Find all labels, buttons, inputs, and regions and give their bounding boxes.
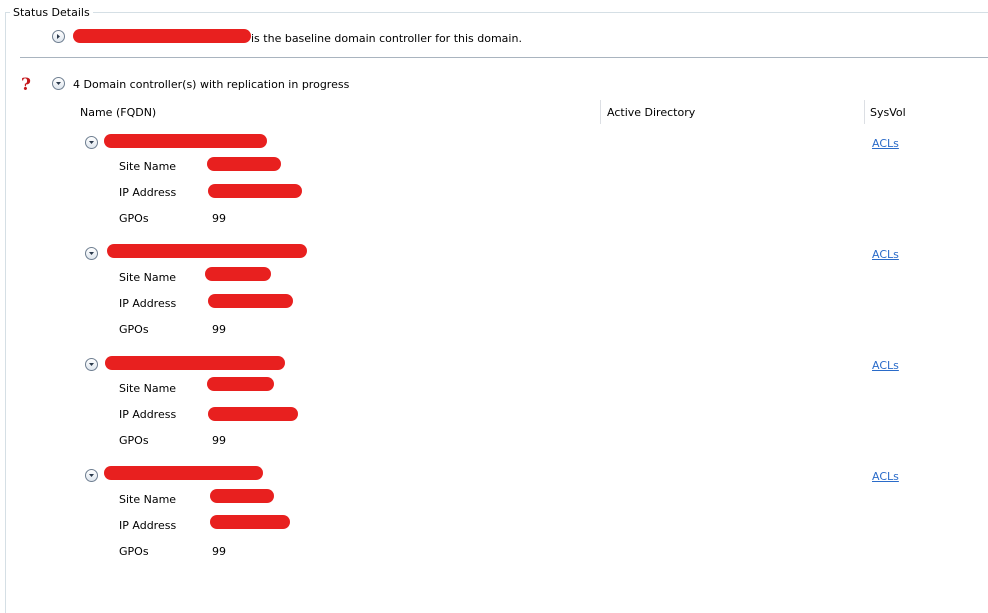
gpos-label: GPOs [119,323,149,336]
replication-group-header: 4 Domain controller(s) with replication … [73,78,350,91]
redacted-site-name [207,377,274,391]
collapse-down-icon[interactable] [85,136,98,149]
gpos-value: 99 [212,212,226,225]
redacted-dc-name [104,134,267,148]
collapse-down-icon[interactable] [85,358,98,371]
redacted-site-name [205,267,271,281]
expand-right-icon[interactable] [52,30,65,43]
ip-address-label: IP Address [119,519,177,532]
question-mark-icon: ? [21,75,31,95]
collapse-down-icon[interactable] [85,469,98,482]
column-divider[interactable] [864,100,865,124]
ip-address-label: IP Address [119,297,177,310]
gpos-value: 99 [212,545,226,558]
site-name-label: Site Name [119,493,177,506]
gpos-label: GPOs [119,545,149,558]
gpos-label: GPOs [119,434,149,447]
ip-address-label: IP Address [119,408,177,421]
column-header-active-directory[interactable]: Active Directory [607,106,695,119]
column-header-name[interactable]: Name (FQDN) [80,106,156,119]
ip-address-label: IP Address [119,186,177,199]
site-name-label: Site Name [119,271,177,284]
acls-link[interactable]: ACLs [872,359,899,372]
status-details-title: Status Details [10,6,93,19]
redacted-dc-name [107,244,307,258]
acls-link[interactable]: ACLs [872,137,899,150]
column-header-sysvol[interactable]: SysVol [870,106,906,119]
redacted-ip-address [210,515,290,529]
redacted-ip-address [208,407,298,421]
column-divider[interactable] [600,100,601,124]
redacted-dc-name [104,466,263,480]
baseline-description: is the baseline domain controller for th… [251,32,522,45]
redacted-site-name [207,157,281,171]
redacted-ip-address [208,184,302,198]
gpos-value: 99 [212,434,226,447]
redacted-dc-name [105,356,285,370]
collapse-down-icon[interactable] [85,247,98,260]
gpos-value: 99 [212,323,226,336]
gpos-label: GPOs [119,212,149,225]
redacted-baseline-dc [73,29,251,43]
acls-link[interactable]: ACLs [872,248,899,261]
separator [20,57,988,58]
redacted-ip-address [208,294,293,308]
acls-link[interactable]: ACLs [872,470,899,483]
site-name-label: Site Name [119,382,177,395]
collapse-down-icon[interactable] [52,77,65,90]
redacted-site-name [210,489,274,503]
site-name-label: Site Name [119,160,177,173]
